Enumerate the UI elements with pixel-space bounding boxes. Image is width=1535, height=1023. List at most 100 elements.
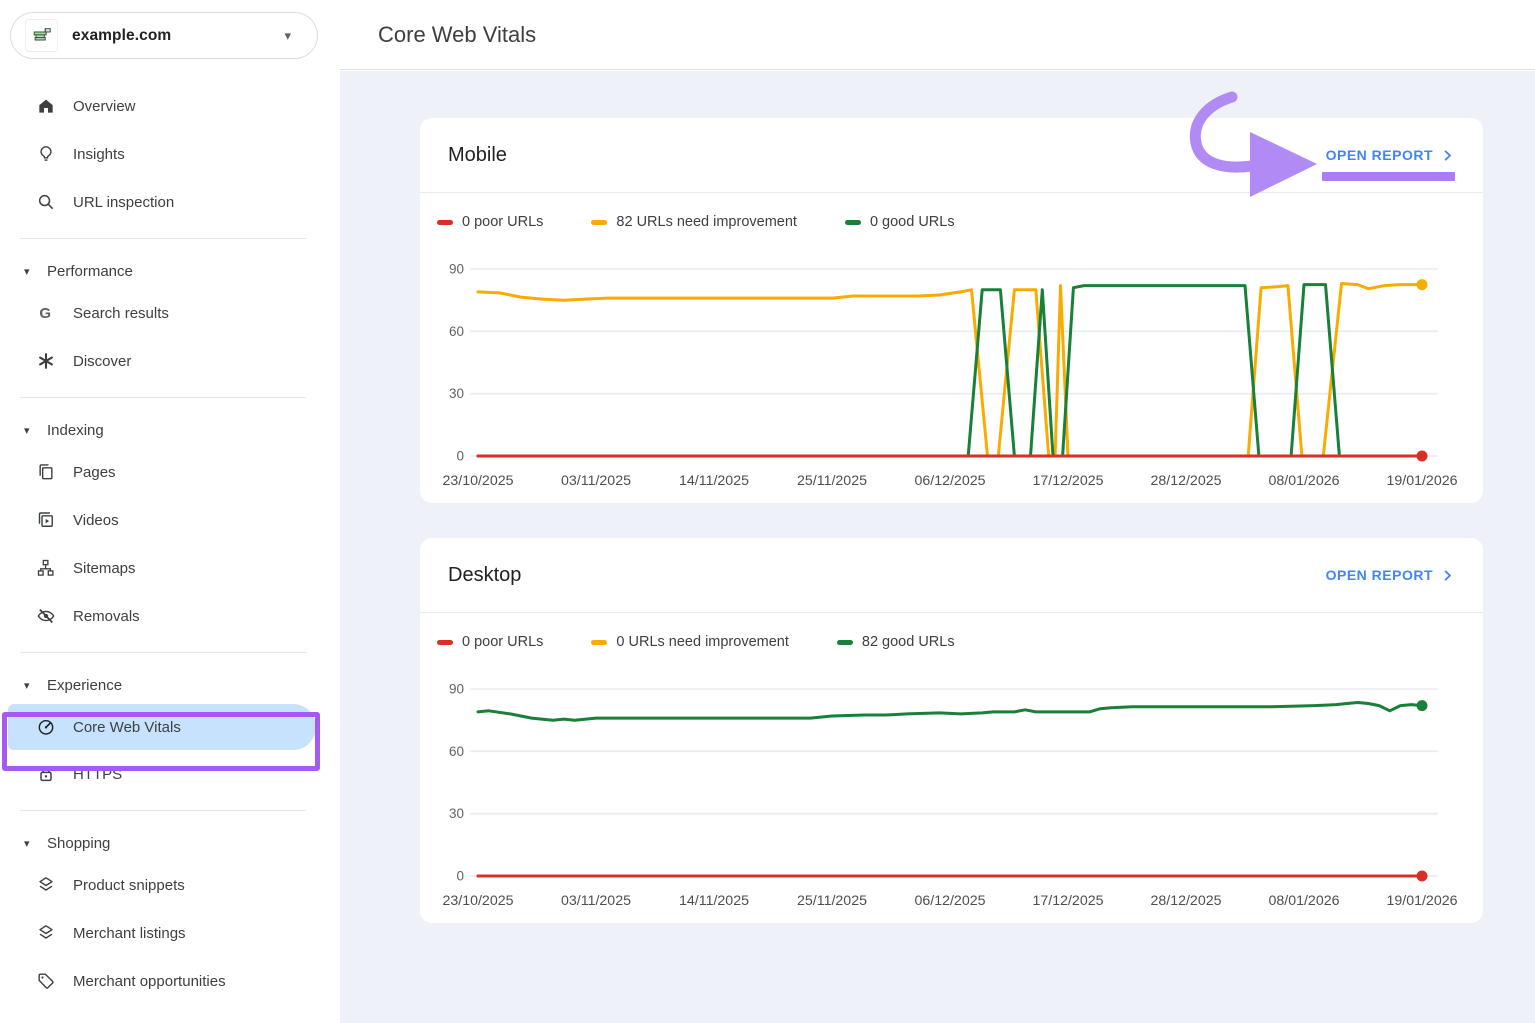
sidebar-item-merchant-opportunities[interactable]: Merchant opportunities [0,957,340,1005]
sidebar-item-label: Insights [73,146,125,163]
sitemap-tree-icon [36,558,56,578]
chevron-down-icon: ▾ [24,837,38,850]
sidebar-item-discover[interactable]: Discover [0,337,340,385]
sidebar-item-label: Videos [73,512,119,529]
svg-text:60: 60 [449,744,464,759]
legend-dash-green [845,220,861,225]
home-icon [36,96,56,116]
legend-label: 82 URLs need improvement [616,214,797,230]
eye-off-icon [36,606,56,626]
sidebar-item-label: Merchant opportunities [73,973,226,990]
svg-text:06/12/2025: 06/12/2025 [914,893,985,909]
property-icon [25,19,58,52]
svg-text:17/12/2025: 17/12/2025 [1032,893,1103,909]
video-icon [36,510,56,530]
layers-icon [36,875,56,895]
sidebar-section-shopping[interactable]: ▾ Shopping [0,825,340,861]
sidebar-item-label: Sitemaps [73,560,136,577]
search-console-app: example.com ▾ Overview Insights [0,0,1535,1023]
sidebar-item-core-web-vitals[interactable]: Core Web Vitals [8,704,316,750]
sidebar-section-experience[interactable]: ▾ Experience [0,667,340,703]
open-report-label: OPEN REPORT [1326,567,1433,583]
mobile-open-report-link[interactable]: OPEN REPORT [1326,147,1455,163]
sidebar-item-label: URL inspection [73,194,174,211]
svg-text:03/11/2025: 03/11/2025 [561,473,631,489]
svg-text:08/01/2026: 08/01/2026 [1268,473,1339,489]
svg-text:06/12/2025: 06/12/2025 [914,473,985,489]
sidebar-item-sitemaps[interactable]: Sitemaps [0,544,340,592]
legend-label: 0 poor URLs [462,634,543,650]
section-label: Indexing [47,422,104,439]
page-title: Core Web Vitals [378,22,536,48]
chevron-down-icon: ▾ [24,424,38,437]
svg-text:17/12/2025: 17/12/2025 [1032,473,1103,489]
svg-text:14/11/2025: 14/11/2025 [679,893,749,909]
sidebar-item-label: Discover [73,353,131,370]
sidebar-section-performance[interactable]: ▾ Performance [0,253,340,289]
tag-icon [36,971,56,991]
svg-text:25/11/2025: 25/11/2025 [797,893,867,909]
svg-text:14/11/2025: 14/11/2025 [679,473,749,489]
svg-text:28/12/2025: 28/12/2025 [1150,893,1221,909]
sidebar-item-label: Overview [73,98,136,115]
sidebar-item-product-snippets[interactable]: Product snippets [0,861,340,909]
section-label: Shopping [47,835,110,852]
sidebar-item-url-inspection[interactable]: URL inspection [0,178,340,226]
sidebar-item-overview[interactable]: Overview [0,82,340,130]
svg-text:03/11/2025: 03/11/2025 [561,893,631,909]
lightbulb-icon [36,144,56,164]
svg-text:19/01/2026: 19/01/2026 [1386,893,1457,909]
desktop-chart: 030609023/10/202503/11/202514/11/202525/… [426,671,1466,923]
legend-item: 0 good URLs [845,214,955,230]
sidebar-item-merchant-listings[interactable]: Merchant listings [0,909,340,957]
sidebar-divider [20,810,306,811]
sidebar-nav: Overview Insights URL inspection [0,82,340,1005]
page-header: Core Web Vitals [340,0,1535,70]
legend-label: 0 URLs need improvement [616,634,788,650]
legend-dash-orange [591,640,607,645]
svg-text:23/10/2025: 23/10/2025 [442,473,513,489]
sidebar-item-label: Product snippets [73,877,185,894]
sidebar-item-label: HTTPS [73,766,122,783]
desktop-card-title: Desktop [448,564,1326,587]
sidebar-item-insights[interactable]: Insights [0,130,340,178]
sidebar: example.com ▾ Overview Insights [0,0,340,1023]
legend-label: 0 poor URLs [462,214,543,230]
chevron-down-icon: ▾ [24,265,38,278]
svg-text:0: 0 [456,869,464,884]
lock-icon [36,764,56,784]
sidebar-item-label: Pages [73,464,116,481]
sidebar-item-removals[interactable]: Removals [0,592,340,640]
sidebar-item-label: Search results [73,305,169,322]
desktop-open-report-link[interactable]: OPEN REPORT [1326,567,1455,583]
legend-dash-green [837,640,853,645]
speedometer-icon [36,717,56,737]
sidebar-section-indexing[interactable]: ▾ Indexing [0,412,340,448]
svg-text:0: 0 [456,449,464,464]
svg-text:23/10/2025: 23/10/2025 [442,893,513,909]
main-content: Core Web Vitals Mobile OPEN REPORT 0 poo… [340,0,1535,1023]
legend-dash-red [437,220,453,225]
sidebar-item-pages[interactable]: Pages [0,448,340,496]
sidebar-item-label: Removals [73,608,140,625]
sidebar-item-search-results[interactable]: G Search results [0,289,340,337]
search-icon [36,192,56,212]
svg-text:30: 30 [449,386,464,401]
property-selector[interactable]: example.com ▾ [10,12,318,59]
sidebar-item-videos[interactable]: Videos [0,496,340,544]
sidebar-item-https[interactable]: HTTPS [0,750,340,798]
legend-dash-red [437,640,453,645]
sidebar-divider [20,652,306,653]
asterisk-icon [36,351,56,371]
legend-item: 0 URLs need improvement [591,634,788,650]
desktop-card-header: Desktop OPEN REPORT [420,538,1483,612]
dropdown-caret-icon: ▾ [284,28,291,44]
mobile-card: Mobile OPEN REPORT 0 poor URLs 82 URLs n… [420,118,1483,503]
sidebar-divider [20,397,306,398]
svg-text:25/11/2025: 25/11/2025 [797,473,867,489]
legend-label: 0 good URLs [870,214,955,230]
desktop-card: Desktop OPEN REPORT 0 poor URLs 0 URLs n… [420,538,1483,923]
svg-text:08/01/2026: 08/01/2026 [1268,893,1339,909]
svg-text:30: 30 [449,806,464,821]
svg-text:19/01/2026: 19/01/2026 [1386,473,1457,489]
